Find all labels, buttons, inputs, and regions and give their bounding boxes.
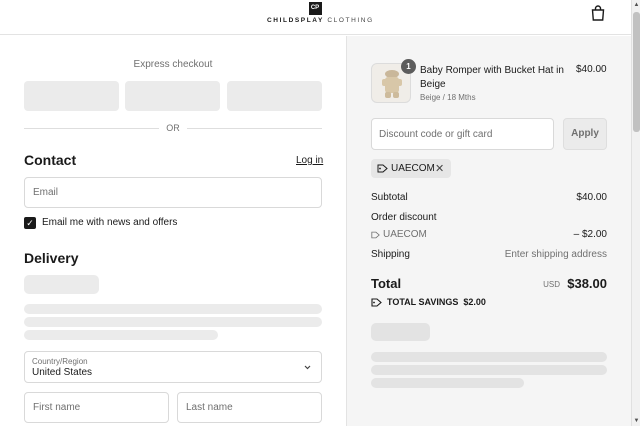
apply-discount-button[interactable]: Apply <box>563 118 607 150</box>
scroll-down-arrow[interactable]: ▼ <box>632 416 640 426</box>
brand-name-part2: CLOTHING <box>327 17 374 24</box>
login-link[interactable]: Log in <box>296 155 323 166</box>
tag-icon <box>377 164 388 173</box>
total-label: Total <box>371 276 402 291</box>
product-name: Baby Romper with Bucket Hat in Beige <box>420 65 564 90</box>
express-pay-button-2[interactable] <box>125 81 220 111</box>
loading-placeholder <box>371 378 524 388</box>
applied-code-label: UAECOM <box>391 163 435 174</box>
close-icon[interactable]: ✕ <box>435 162 444 175</box>
loading-placeholder <box>371 323 430 341</box>
express-pay-button-1[interactable] <box>24 81 119 111</box>
product-price: $40.00 <box>576 64 607 75</box>
or-divider: OR <box>24 122 322 134</box>
discount-code-label: UAECOM <box>383 229 427 240</box>
check-icon[interactable]: ✓ <box>24 217 36 229</box>
first-name-field[interactable]: First name <box>24 392 169 423</box>
shopping-bag-icon[interactable] <box>589 4 607 22</box>
applied-discount-chip: UAECOM ✕ <box>371 159 451 178</box>
checkout-form-panel: Express checkout OR Contact Log in Email… <box>0 36 346 426</box>
tag-icon <box>371 298 382 307</box>
loading-placeholder <box>24 275 99 294</box>
chevron-down-icon <box>304 365 311 370</box>
scroll-thumb[interactable] <box>633 12 640 132</box>
contact-heading: Contact <box>24 152 77 168</box>
product-variant: Beige / 18 Mths <box>420 93 476 102</box>
order-summary-panel: 1 Baby Romper with Bucket Hat in Beige B… <box>346 36 631 426</box>
page-scrollbar[interactable]: ▲ ▼ <box>631 0 640 426</box>
savings-value: $2.00 <box>463 297 486 307</box>
total-currency: USD <box>543 280 560 289</box>
tag-icon <box>371 231 380 239</box>
total-value: $38.00 <box>567 276 607 291</box>
order-discount-label: Order discount <box>371 212 437 223</box>
subtotal-value: $40.00 <box>576 192 607 203</box>
brand-name-part1: CHILDSPLAY <box>267 17 324 24</box>
express-checkout-title: Express checkout <box>133 59 213 70</box>
country-label: Country/Region <box>32 357 88 366</box>
shipping-value: Enter shipping address <box>504 249 607 260</box>
brand-logo[interactable]: CP CHILDSPLAY CLOTHING <box>267 2 372 24</box>
express-pay-button-3[interactable] <box>227 81 322 111</box>
scroll-up-arrow[interactable]: ▲ <box>632 0 640 10</box>
logo-mark: CP <box>308 2 322 15</box>
quantity-badge: 1 <box>401 59 416 74</box>
loading-placeholder <box>24 317 322 327</box>
country-select[interactable]: Country/Region United States <box>24 351 322 383</box>
savings-label: TOTAL SAVINGS <box>387 297 459 307</box>
savings-text: TOTAL SAVINGS $2.00 <box>387 297 486 307</box>
loading-placeholder <box>24 330 218 340</box>
loading-placeholder <box>371 352 607 362</box>
total-row: Total USD $38.00 <box>371 276 607 292</box>
loading-placeholder <box>24 304 322 314</box>
logo-wordmark: CHILDSPLAY CLOTHING <box>267 17 372 24</box>
country-value: United States <box>32 367 93 378</box>
subtotal-label: Subtotal <box>371 192 408 203</box>
delivery-heading: Delivery <box>24 250 79 266</box>
discount-code-input[interactable]: Discount code or gift card <box>371 118 554 150</box>
email-field[interactable]: Email <box>24 177 322 208</box>
shipping-label: Shipping <box>371 249 410 260</box>
last-name-field[interactable]: Last name <box>177 392 322 423</box>
discount-value: – $2.00 <box>573 229 607 240</box>
site-header: CP CHILDSPLAY CLOTHING <box>0 0 631 35</box>
loading-placeholder <box>371 365 607 375</box>
newsletter-label: Email me with news and offers <box>42 217 178 228</box>
divider-line-right <box>187 128 322 129</box>
